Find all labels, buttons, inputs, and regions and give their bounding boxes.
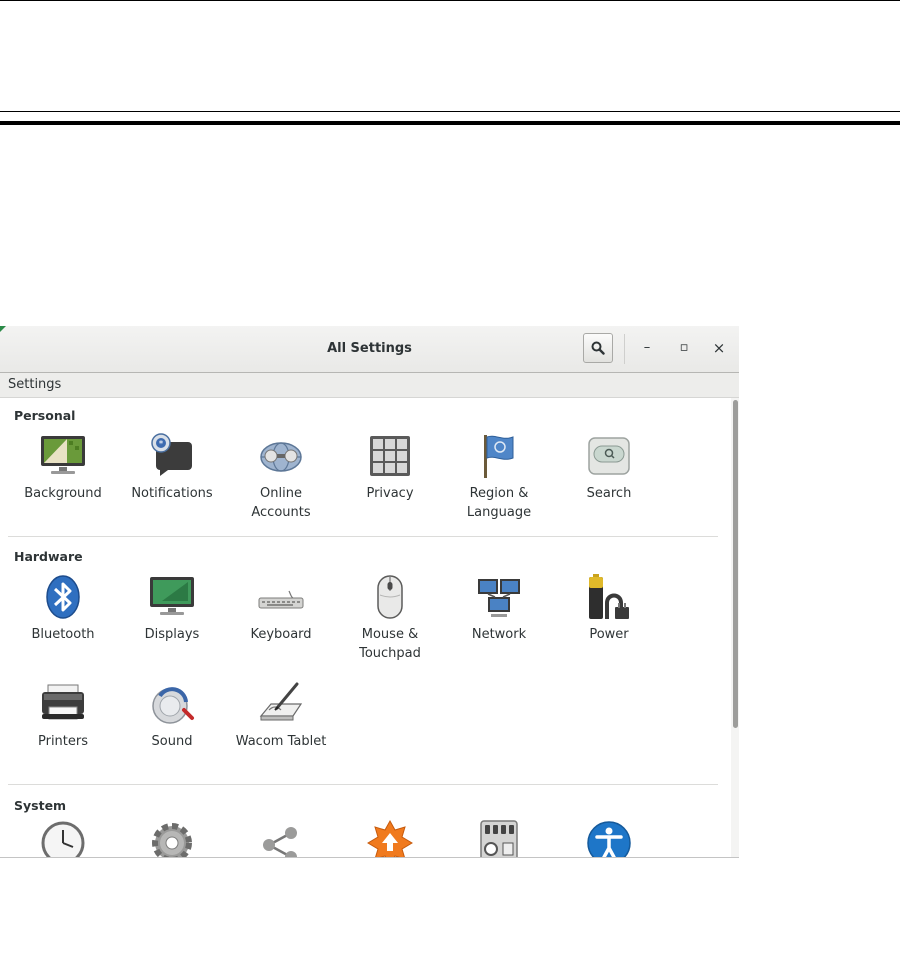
settings-item-software-update[interactable] xyxy=(336,819,444,857)
section-divider xyxy=(8,784,718,785)
settings-item-label: Mouse & Touchpad xyxy=(359,627,421,661)
settings-item-label: Wacom Tablet xyxy=(235,734,327,749)
background-icon xyxy=(39,432,87,480)
online-accounts-icon xyxy=(257,432,305,480)
keyboard-icon xyxy=(257,573,305,621)
settings-item-details[interactable] xyxy=(118,819,226,857)
settings-item-date-time[interactable] xyxy=(9,819,117,857)
privacy-icon xyxy=(366,432,414,480)
notifications-icon: * xyxy=(148,432,196,480)
settings-item-label: Search xyxy=(586,486,632,501)
settings-item-online-accounts[interactable]: Online Accounts xyxy=(227,432,335,522)
settings-item-sharing[interactable] xyxy=(227,819,335,857)
settings-item-displays[interactable]: Displays xyxy=(118,573,226,644)
update-icon xyxy=(366,819,414,857)
section-title-personal: Personal xyxy=(14,408,76,423)
search-button[interactable] xyxy=(583,333,613,363)
maximize-button[interactable]: ▫ xyxy=(675,339,693,357)
settings-item-label: Network xyxy=(471,627,527,642)
clock-icon xyxy=(39,819,87,857)
svg-text:*: * xyxy=(159,440,164,450)
wacom-tablet-icon xyxy=(257,680,305,728)
settings-item-power[interactable]: Power xyxy=(555,573,663,644)
settings-item-keyboard[interactable]: Keyboard xyxy=(227,573,335,644)
power-icon xyxy=(585,573,633,621)
settings-window: All Settings – ▫ × Settings Personal Bac… xyxy=(0,326,739,858)
network-icon xyxy=(475,573,523,621)
settings-item-mouse-touchpad[interactable]: Mouse & Touchpad xyxy=(336,573,444,663)
displays-icon xyxy=(148,573,196,621)
settings-item-label: Sound xyxy=(151,734,193,749)
settings-panel-grid: Personal Background * Notifications Onli… xyxy=(0,398,730,857)
bluetooth-icon xyxy=(39,573,87,621)
section-title-system: System xyxy=(14,798,67,813)
settings-item-search[interactable]: Search xyxy=(555,432,663,503)
settings-item-label: Power xyxy=(589,627,629,642)
settings-item-sound[interactable]: Sound xyxy=(118,680,226,751)
printer-icon xyxy=(39,680,87,728)
document-rule-thick xyxy=(0,121,900,125)
document-rule-top xyxy=(0,0,900,1)
settings-item-privacy[interactable]: Privacy xyxy=(336,432,444,503)
close-button[interactable]: × xyxy=(710,339,728,357)
search-settings-icon xyxy=(585,432,633,480)
settings-item-label: Bluetooth xyxy=(31,627,95,642)
settings-item-label: Displays xyxy=(144,627,200,642)
title-bar[interactable]: All Settings – ▫ × xyxy=(0,326,739,373)
accessibility-icon xyxy=(585,819,633,857)
settings-item-universal-access[interactable] xyxy=(555,819,663,857)
settings-item-region-language[interactable]: Region & Language xyxy=(445,432,553,522)
settings-item-label: Keyboard xyxy=(250,627,312,642)
scrollbar-thumb[interactable] xyxy=(733,400,738,728)
settings-item-bluetooth[interactable]: Bluetooth xyxy=(9,573,117,644)
settings-label: Settings xyxy=(8,377,62,392)
share-icon xyxy=(257,819,305,857)
mouse-icon xyxy=(366,573,414,621)
settings-item-label: Privacy xyxy=(366,486,414,501)
region-language-icon xyxy=(475,432,523,480)
settings-item-background[interactable]: Background xyxy=(9,432,117,503)
settings-item-label: Online Accounts xyxy=(251,486,311,520)
section-divider xyxy=(8,536,718,537)
system-info-icon xyxy=(475,819,523,857)
settings-item-label: Notifications xyxy=(131,486,213,501)
settings-item-notifications[interactable]: * Notifications xyxy=(118,432,226,503)
settings-item-label: Background xyxy=(24,486,102,501)
document-rule-middle xyxy=(0,111,900,112)
minimize-button[interactable]: – xyxy=(638,339,656,357)
titlebar-separator xyxy=(624,334,625,364)
search-icon xyxy=(591,341,605,355)
settings-header-bar: Settings xyxy=(0,373,739,398)
settings-item-label: Region & Language xyxy=(466,486,532,520)
vertical-scrollbar[interactable] xyxy=(731,398,739,857)
settings-item-system-info[interactable] xyxy=(445,819,553,857)
settings-item-printers[interactable]: Printers xyxy=(9,680,117,751)
settings-item-wacom-tablet[interactable]: Wacom Tablet xyxy=(227,680,335,751)
settings-item-label: Printers xyxy=(37,734,89,749)
gear-icon xyxy=(148,819,196,857)
section-title-hardware: Hardware xyxy=(14,549,83,564)
sound-icon xyxy=(148,680,196,728)
window-title: All Settings xyxy=(327,341,412,356)
settings-item-network[interactable]: Network xyxy=(445,573,553,644)
window-corner-mark xyxy=(0,326,6,332)
